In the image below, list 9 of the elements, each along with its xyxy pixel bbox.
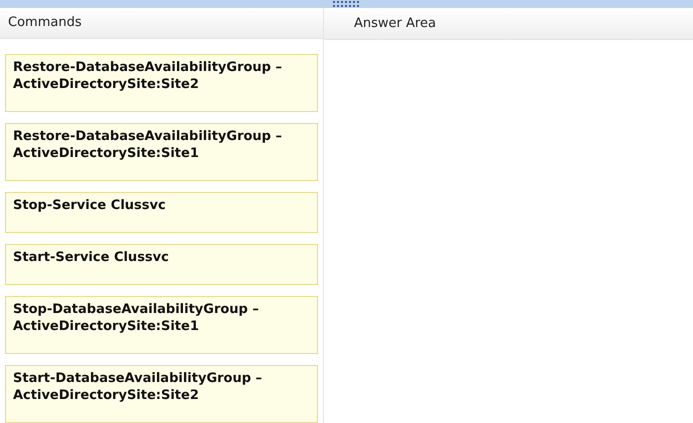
- command-tile[interactable]: Start-DatabaseAvailabilityGroup – ActiveDirectorySite:Site2: [5, 365, 318, 423]
- panel-title: Commands: [8, 14, 82, 32]
- command-tile[interactable]: Restore-DatabaseAvailabilityGroup – ActiveDirectorySite:Site1: [5, 123, 318, 181]
- panel-title: Answer Area: [354, 14, 436, 33]
- command-tile[interactable]: Stop-DatabaseAvailabilityGroup – ActiveDirectorySite:Site1: [5, 296, 318, 354]
- command-tile[interactable]: Stop-Service Clussvc: [5, 192, 318, 233]
- grip-icon: [332, 1, 360, 7]
- command-tile[interactable]: Restore-DatabaseAvailabilityGroup – ActiveDirectorySite:Site2: [5, 54, 318, 112]
- command-tile[interactable]: Start-Service Clussvc: [5, 244, 318, 285]
